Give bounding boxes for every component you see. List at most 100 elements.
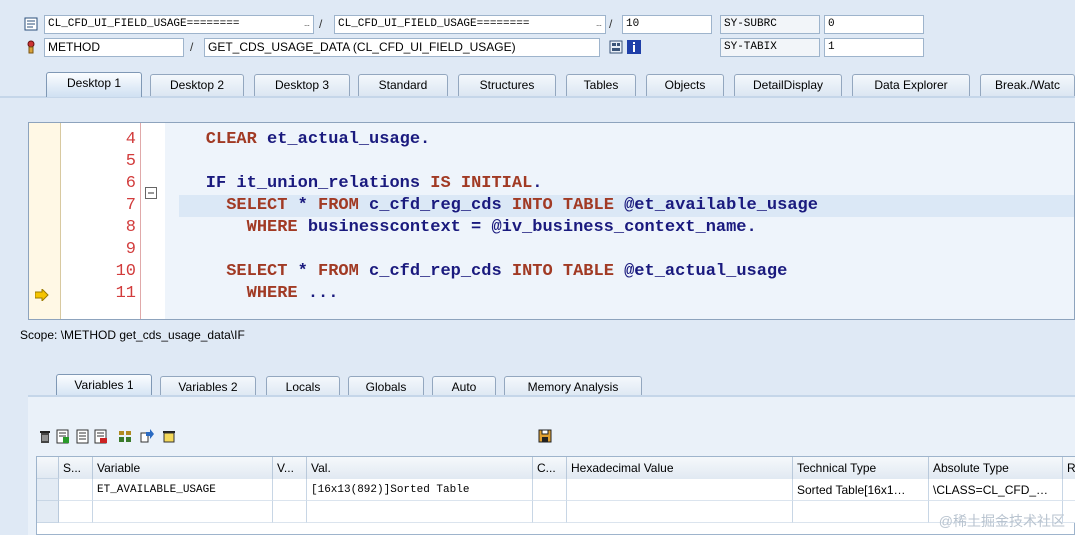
code-keyword: SELECT <box>165 262 288 281</box>
sy-subrc-value-text: 0 <box>828 18 835 30</box>
transfer-icon[interactable] <box>140 428 154 444</box>
code-keyword: CLEAR <box>165 130 257 149</box>
code-keyword: INTO TABLE <box>511 196 614 215</box>
table-cell[interactable] <box>273 501 307 523</box>
line-number: 4 <box>125 130 136 149</box>
watermark: @稀土掘金技术社区 <box>938 513 1065 529</box>
include-field[interactable]: CL_CFD_UI_FIELD_USAGE======== … <box>334 15 606 34</box>
code-keyword: WHERE <box>165 284 298 303</box>
table-cell[interactable]: [16x13(892)]Sorted Table <box>307 479 533 501</box>
code-line[interactable]: SELECT * FROM c_cfd_rep_cds INTO TABLE @… <box>165 261 787 283</box>
current-line-arrow-icon <box>35 289 49 301</box>
table-cell[interactable] <box>59 479 93 501</box>
save-list-icon[interactable] <box>94 428 108 444</box>
code-area[interactable]: CLEAR et_actual_usage. IF it_union_relat… <box>165 123 1074 319</box>
save-icon[interactable] <box>538 428 552 444</box>
table-cell[interactable] <box>533 501 567 523</box>
sy-tabix-label: SY-TABIX <box>720 38 820 57</box>
table-cell[interactable]: ET_AVAILABLE_USAGE <box>93 479 273 501</box>
tab-break-watch[interactable]: Break./Watc <box>980 74 1075 96</box>
method-field[interactable]: GET_CDS_USAGE_DATA (CL_CFD_UI_FIELD_USAG… <box>204 38 600 57</box>
code-text: @et_available_usage <box>613 196 818 215</box>
fold-column <box>141 123 165 319</box>
table-cell[interactable] <box>567 501 793 523</box>
code-line[interactable]: WHERE businesscontext = @iv_business_con… <box>165 217 757 239</box>
table-cell[interactable] <box>533 479 567 501</box>
sy-subrc-label-text: SY-SUBRC <box>724 18 777 30</box>
header-selector-cell[interactable] <box>37 457 59 479</box>
tab-structures[interactable]: Structures <box>458 74 556 96</box>
separator-slash: / <box>319 17 323 31</box>
info-icon[interactable] <box>627 40 641 54</box>
line-numbers: 4 5 6 7 8 9 10 11 <box>61 123 141 319</box>
folder-icon[interactable] <box>162 428 176 444</box>
layout-icon[interactable] <box>118 428 132 444</box>
column-header[interactable]: Val. <box>307 457 533 479</box>
table-cell[interactable]: Sorted Table[16x1… <box>793 479 929 501</box>
separator-slash: / <box>609 17 613 31</box>
column-header[interactable]: Absolute Type <box>929 457 1063 479</box>
table-cell[interactable] <box>1063 479 1075 501</box>
header-row-method: METHOD / GET_CDS_USAGE_DATA (CL_CFD_UI_F… <box>0 37 1075 59</box>
insert-icon[interactable] <box>56 428 70 444</box>
program-icon <box>24 17 38 31</box>
row-selector[interactable] <box>37 479 59 501</box>
sy-tabix-label-text: SY-TABIX <box>724 41 777 53</box>
object-type-field[interactable]: METHOD <box>44 38 184 57</box>
code-keyword: FROM <box>318 262 359 281</box>
program-field-value: CL_CFD_UI_FIELD_USAGE======== <box>48 18 240 30</box>
program-dropdown-icon[interactable]: … <box>301 16 313 33</box>
delete-icon[interactable] <box>38 428 52 444</box>
row-selector[interactable] <box>37 501 59 523</box>
tab-desktop-3[interactable]: Desktop 3 <box>254 74 350 96</box>
code-keyword: FROM <box>318 196 359 215</box>
desktop-tabstrip: Desktop 1 Desktop 2 Desktop 3 Standard S… <box>0 72 1075 98</box>
scope-label: Scope: \METHOD get_cds_usage_data\IF <box>20 328 245 342</box>
header-row-program: CL_CFD_UI_FIELD_USAGE======== … / CL_CFD… <box>0 14 1075 36</box>
code-line[interactable]: WHERE ... <box>165 283 339 305</box>
table-cell[interactable] <box>273 479 307 501</box>
column-header[interactable]: V... <box>273 457 307 479</box>
table-cell[interactable] <box>793 501 929 523</box>
line-number: 5 <box>125 152 136 171</box>
line-field[interactable]: 10 <box>622 15 712 34</box>
code-text: ... <box>297 284 339 303</box>
code-text: IF <box>165 174 227 193</box>
table-cell[interactable] <box>93 501 273 523</box>
code-line[interactable]: CLEAR et_actual_usage. <box>165 129 430 151</box>
code-line[interactable]: IF it_union_relations IS INITIAL. <box>165 173 543 195</box>
include-dropdown-icon[interactable]: … <box>593 16 605 33</box>
table-cell[interactable] <box>59 501 93 523</box>
table-cell[interactable]: \CLASS=CL_CFD_… <box>929 479 1063 501</box>
table-cell[interactable] <box>567 479 793 501</box>
program-field[interactable]: CL_CFD_UI_FIELD_USAGE======== … <box>44 15 314 34</box>
tab-objects[interactable]: Objects <box>646 74 724 96</box>
column-header[interactable]: R <box>1063 457 1075 479</box>
tab-standard[interactable]: Standard <box>358 74 448 96</box>
code-text: c_cfd_rep_cds <box>358 262 512 281</box>
tab-tables[interactable]: Tables <box>566 74 636 96</box>
code-line[interactable]: SELECT * FROM c_cfd_reg_cds INTO TABLE @… <box>165 195 818 217</box>
sy-tabix-value[interactable]: 1 <box>824 38 924 57</box>
code-text: businesscontext = @iv_business_context_n… <box>297 218 757 237</box>
display-icon[interactable] <box>609 40 623 54</box>
sy-subrc-label: SY-SUBRC <box>720 15 820 34</box>
tab-detaildisplay[interactable]: DetailDisplay <box>734 74 842 96</box>
column-header[interactable]: C... <box>533 457 567 479</box>
copy-icon[interactable] <box>76 428 90 444</box>
code-editor[interactable]: 4 5 6 7 8 9 10 11 CLEAR et_actual_usage. IF it_… <box>28 122 1075 320</box>
code-text: * <box>287 196 319 215</box>
collapse-icon[interactable] <box>145 187 157 199</box>
tab-data-explorer[interactable]: Data Explorer <box>852 74 970 96</box>
column-header[interactable]: Variable <box>93 457 273 479</box>
sy-subrc-value[interactable]: 0 <box>824 15 924 34</box>
tab-desktop-1[interactable]: Desktop 1 <box>46 72 142 97</box>
column-header[interactable]: Technical Type <box>793 457 929 479</box>
code-keyword: SELECT <box>165 196 288 215</box>
code-keyword: INTO TABLE <box>511 262 614 281</box>
table-cell[interactable] <box>307 501 533 523</box>
column-header[interactable]: S... <box>59 457 93 479</box>
tab-desktop-2[interactable]: Desktop 2 <box>150 74 244 96</box>
column-header[interactable]: Hexadecimal Value <box>567 457 793 479</box>
breakpoint-gutter[interactable] <box>29 123 61 319</box>
